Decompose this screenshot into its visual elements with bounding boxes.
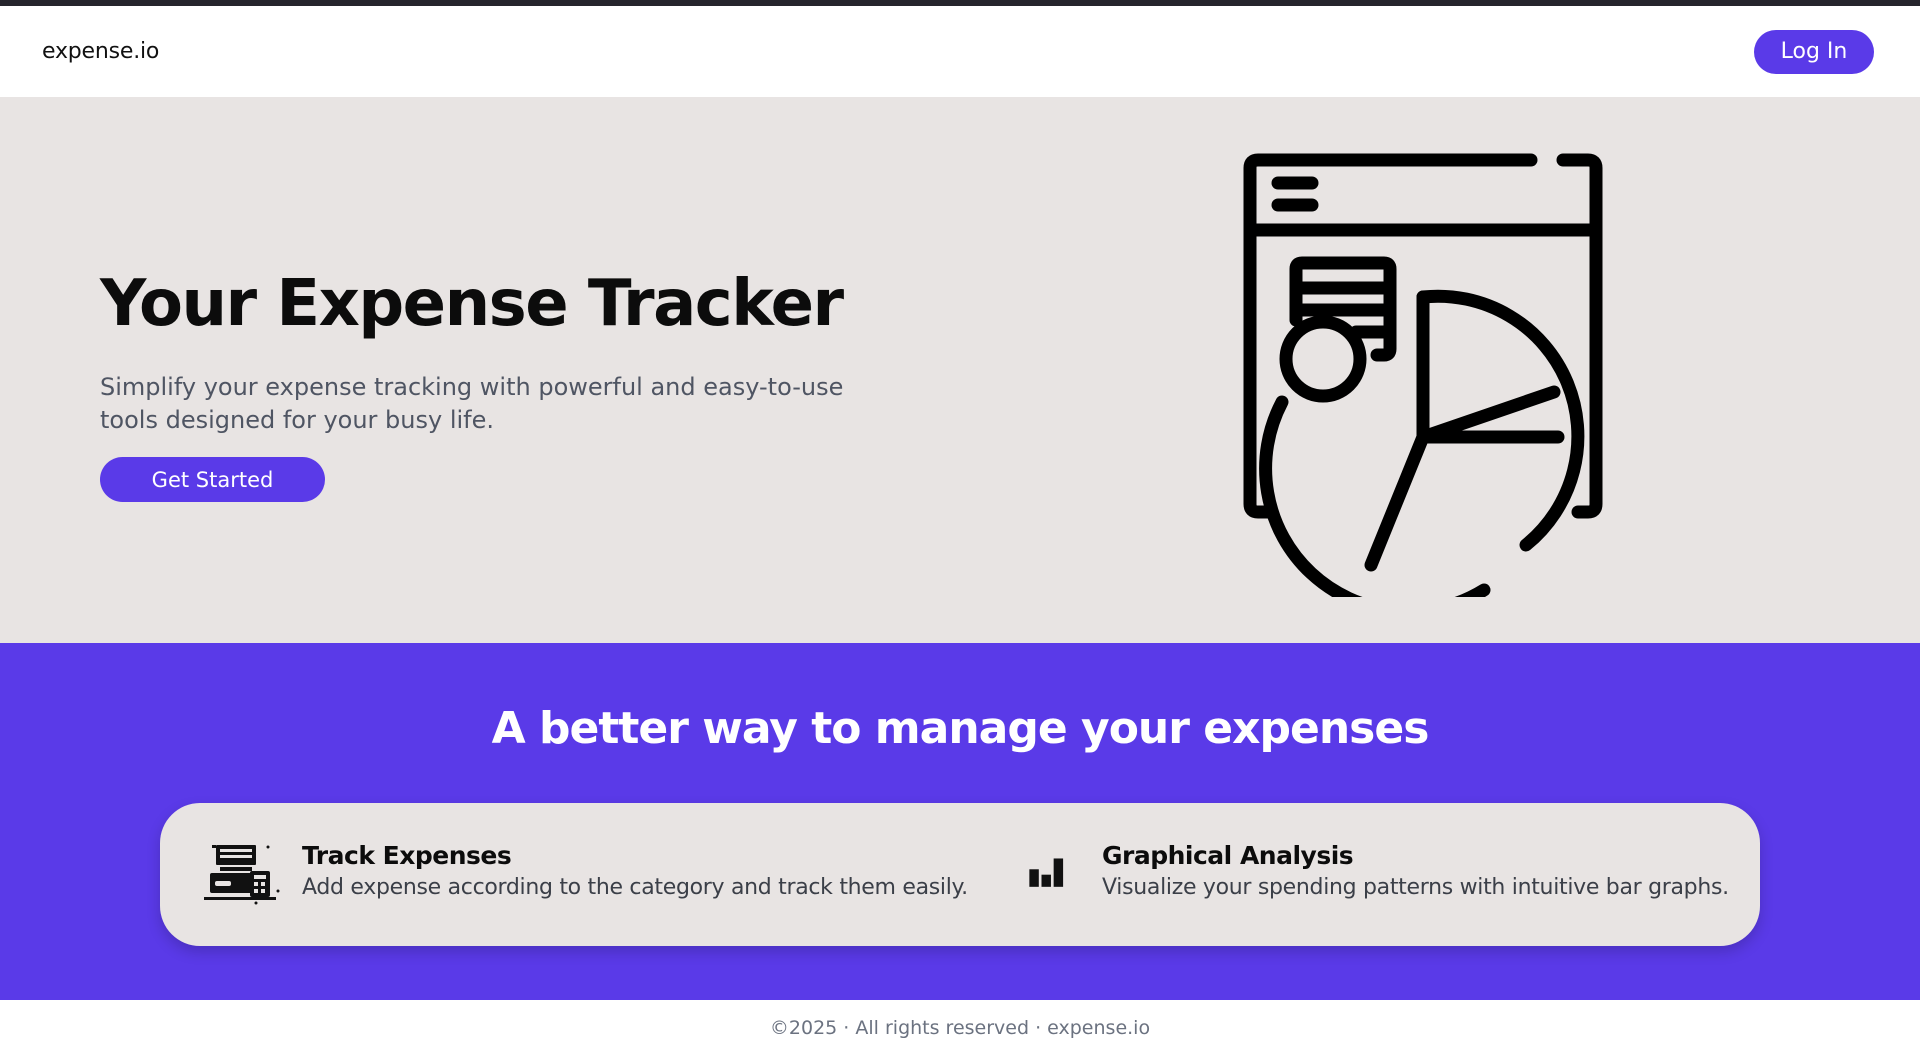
register-calculator-icon bbox=[204, 845, 280, 905]
site-footer: ©2025 · All rights reserved · expense.io bbox=[0, 1000, 1920, 1056]
hero-title: Your Expense Tracker bbox=[100, 267, 844, 341]
footer-copyright: ©2025 · All rights reserved · expense.io bbox=[769, 1017, 1151, 1039]
hero-subtitle: Simplify your expense tracking with powe… bbox=[100, 373, 844, 434]
features-card: Track Expenses Add expense according to … bbox=[160, 803, 1760, 946]
feature-title: Track Expenses bbox=[302, 841, 512, 870]
features-section: A better way to manage your expenses Tra… bbox=[0, 643, 1920, 1000]
hero-section: Your Expense Tracker Simplify your expen… bbox=[0, 97, 1920, 643]
bar-chart-icon bbox=[1029, 858, 1064, 887]
login-button[interactable]: Log In bbox=[1754, 29, 1874, 74]
feature-graphical-analysis: Graphical Analysis Visualize your spendi… bbox=[1028, 841, 1729, 907]
brand-logo[interactable]: expense.io bbox=[42, 39, 159, 64]
get-started-button[interactable]: Get Started bbox=[100, 457, 325, 502]
dashboard-pie-chart-icon bbox=[1243, 153, 1603, 597]
features-title: A better way to manage your expenses bbox=[491, 703, 1430, 754]
feature-description: Add expense according to the category an… bbox=[302, 875, 968, 900]
feature-title: Graphical Analysis bbox=[1102, 841, 1354, 870]
site-header: expense.io Log In bbox=[0, 6, 1920, 97]
feature-description: Visualize your spending patterns with in… bbox=[1102, 875, 1729, 900]
feature-track-expenses: Track Expenses Add expense according to … bbox=[204, 841, 968, 907]
